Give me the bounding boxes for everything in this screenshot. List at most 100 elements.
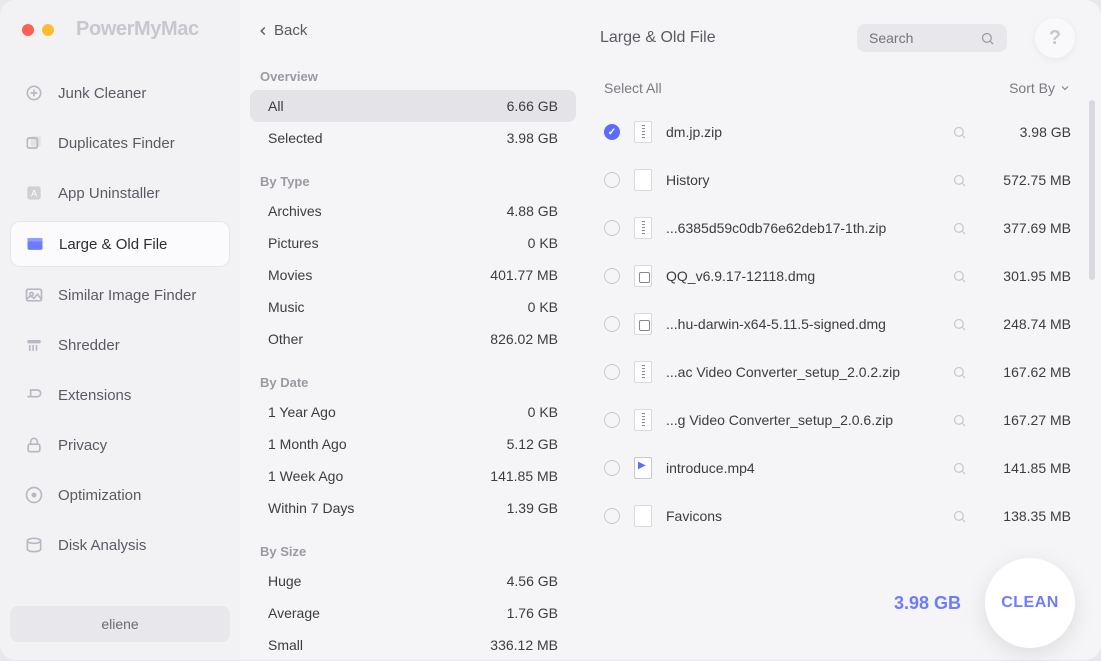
bydate-row[interactable]: 1 Month Ago5.12 GB (250, 428, 576, 460)
reveal-icon[interactable] (952, 413, 967, 428)
file-row[interactable]: ...6385d59c0db76e62deb17-1th.zip 377.69 … (600, 204, 1075, 252)
file-size: 141.85 MB (981, 460, 1071, 476)
filter-value: 1.39 GB (507, 500, 558, 516)
reveal-icon[interactable] (952, 125, 967, 140)
bydate-row[interactable]: 1 Year Ago0 KB (250, 396, 576, 428)
sidebar-item-junk-cleaner[interactable]: Junk Cleaner (10, 71, 230, 115)
file-size: 248.74 MB (981, 316, 1071, 332)
bytype-row[interactable]: Music0 KB (250, 291, 576, 323)
top-bar: Large & Old File ? (600, 18, 1075, 58)
user-chip[interactable]: eliene (10, 606, 230, 642)
file-size: 572.75 MB (981, 172, 1071, 188)
file-row[interactable]: ...ac Video Converter_setup_2.0.2.zip 16… (600, 348, 1075, 396)
search-input[interactable] (869, 30, 980, 46)
large-icon (25, 234, 45, 254)
sidebar-item-privacy[interactable]: Privacy (10, 423, 230, 467)
overview-row[interactable]: Selected 3.98 GB (250, 122, 576, 154)
file-checkbox[interactable] (604, 460, 620, 476)
file-row[interactable]: QQ_v6.9.17-12118.dmg 301.95 MB (600, 252, 1075, 300)
filter-label: Huge (268, 573, 301, 589)
reveal-icon[interactable] (952, 317, 967, 332)
sidebar-item-label: Shredder (58, 337, 120, 354)
filter-label: Selected (268, 130, 322, 146)
folder-file-icon (634, 169, 652, 191)
filter-label: 1 Month Ago (268, 436, 347, 452)
bydate-row[interactable]: 1 Week Ago 141.85 MB (250, 460, 576, 492)
search-box[interactable] (857, 24, 1007, 52)
file-checkbox[interactable] (604, 172, 620, 188)
file-name: introduce.mp4 (666, 460, 938, 476)
window-controls: PowerMyMac (10, 18, 230, 41)
sidebar-item-optimization[interactable]: Optimization (10, 473, 230, 517)
bytype-row[interactable]: Movies401.77 MB (250, 259, 576, 291)
zip-file-icon (634, 361, 652, 383)
filter-value: 141.85 MB (490, 468, 558, 484)
sidebar-item-disk-analysis[interactable]: Disk Analysis (10, 523, 230, 567)
clean-button[interactable]: CLEAN (985, 558, 1075, 648)
bydate-title: By Date (250, 369, 576, 396)
minimize-window-icon[interactable] (42, 24, 54, 36)
sidebar-item-similar-image-finder[interactable]: Similar Image Finder (10, 273, 230, 317)
reveal-icon[interactable] (952, 461, 967, 476)
filter-value: 0 KB (528, 404, 558, 420)
sidebar-item-large-old-file[interactable]: Large & Old File (10, 221, 230, 267)
bytype-row[interactable]: Pictures0 KB (250, 227, 576, 259)
bysize-row[interactable]: Average1.76 GB (250, 597, 576, 629)
file-row[interactable]: introduce.mp4 141.85 MB (600, 444, 1075, 492)
copies-icon (24, 133, 44, 153)
reveal-icon[interactable] (952, 221, 967, 236)
close-window-icon[interactable] (22, 24, 34, 36)
reveal-icon[interactable] (952, 173, 967, 188)
file-checkbox[interactable] (604, 364, 620, 380)
scrollbar-track[interactable] (1089, 100, 1095, 380)
sort-by-button[interactable]: Sort By (1009, 80, 1071, 96)
user-name: eliene (101, 616, 138, 632)
uninstall-icon: A (24, 183, 44, 203)
reveal-icon[interactable] (952, 365, 967, 380)
broom-icon (24, 83, 44, 103)
file-size: 167.27 MB (981, 412, 1071, 428)
file-name: QQ_v6.9.17-12118.dmg (666, 268, 938, 284)
file-name: dm.jp.zip (666, 124, 938, 140)
bysize-row[interactable]: Huge4.56 GB (250, 565, 576, 597)
reveal-icon[interactable] (952, 269, 967, 284)
file-checkbox[interactable] (604, 220, 620, 236)
sidebar-item-label: Similar Image Finder (58, 287, 196, 304)
sidebar-item-label: Extensions (58, 387, 131, 404)
sidebar-item-app-uninstaller[interactable]: AApp Uninstaller (10, 171, 230, 215)
reveal-icon[interactable] (952, 509, 967, 524)
file-checkbox[interactable] (604, 412, 620, 428)
bysize-row[interactable]: Small336.12 MB (250, 629, 576, 661)
filter-value: 1.76 GB (507, 605, 558, 621)
filter-value: 0 KB (528, 235, 558, 251)
help-button[interactable]: ? (1035, 18, 1075, 58)
help-icon: ? (1049, 27, 1061, 50)
bytype-row[interactable]: Other826.02 MB (250, 323, 576, 355)
file-checkbox[interactable] (604, 268, 620, 284)
filter-label: Small (268, 637, 303, 653)
bydate-row[interactable]: Within 7 Days 1.39 GB (250, 492, 576, 524)
filter-label: 1 Week Ago (268, 468, 343, 484)
folder-file-icon (634, 505, 652, 527)
dmg-file-icon (634, 313, 652, 335)
sidebar-item-duplicates-finder[interactable]: Duplicates Finder (10, 121, 230, 165)
file-row[interactable]: Favicons 138.35 MB (600, 492, 1075, 540)
bytype-row[interactable]: Archives4.88 GB (250, 195, 576, 227)
file-row[interactable]: ...g Video Converter_setup_2.0.6.zip 167… (600, 396, 1075, 444)
bysize-group: By Size Huge4.56 GBAverage1.76 GBSmall33… (250, 538, 576, 661)
scrollbar-thumb[interactable] (1089, 100, 1095, 280)
file-checkbox[interactable] (604, 316, 620, 332)
file-checkbox[interactable] (604, 124, 620, 140)
select-all-link[interactable]: Select All (604, 80, 662, 96)
file-row[interactable]: dm.jp.zip 3.98 GB (600, 108, 1075, 156)
back-button[interactable]: Back (250, 18, 313, 43)
file-checkbox[interactable] (604, 508, 620, 524)
sidebar-item-extensions[interactable]: Extensions (10, 373, 230, 417)
file-row[interactable]: ...hu-darwin-x64-5.11.5-signed.dmg 248.7… (600, 300, 1075, 348)
file-row[interactable]: History 572.75 MB (600, 156, 1075, 204)
filter-label: Within 7 Days (268, 500, 354, 516)
sidebar-item-shredder[interactable]: Shredder (10, 323, 230, 367)
ext-icon (24, 385, 44, 405)
overview-row[interactable]: All6.66 GB (250, 90, 576, 122)
filter-value: 3.98 GB (507, 130, 558, 146)
